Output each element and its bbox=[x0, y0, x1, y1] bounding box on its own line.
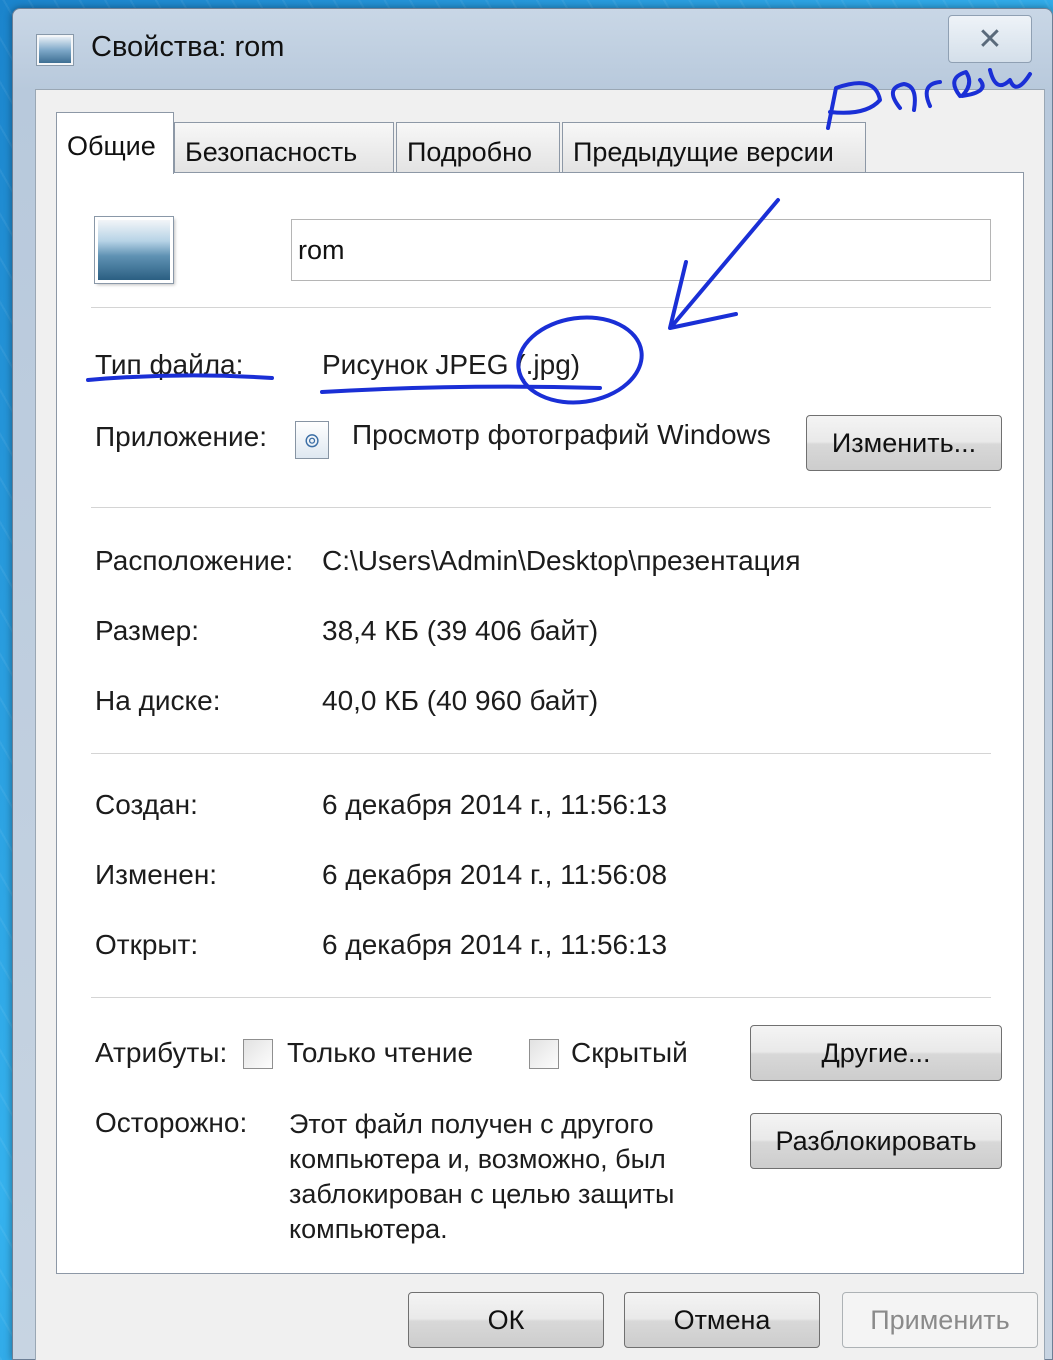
disk-size-label: На диске: bbox=[95, 685, 221, 716]
file-name-input[interactable] bbox=[291, 219, 991, 281]
file-type-value: Рисунок JPEG (.jpg) bbox=[322, 349, 581, 380]
size-label: Размер: bbox=[95, 615, 200, 646]
created-label: Создан: bbox=[95, 789, 198, 820]
modified-label: Изменен: bbox=[95, 859, 218, 890]
properties-dialog: Свойства: rom ✕ Общие Безопасность Подро… bbox=[12, 8, 1053, 1360]
readonly-checkbox[interactable] bbox=[243, 1039, 273, 1069]
app-label: Приложение: bbox=[95, 421, 268, 452]
attributes-label: Атрибуты: bbox=[95, 1037, 228, 1068]
location-label: Расположение: bbox=[95, 545, 294, 576]
file-type-label: Тип файла: bbox=[95, 349, 244, 380]
dialog-client-area: Общие Безопасность Подробно Предыдущие в… bbox=[35, 89, 1045, 1360]
cancel-button[interactable]: Отмена bbox=[624, 1292, 820, 1348]
tab-details[interactable]: Подробно bbox=[396, 122, 560, 172]
disk-size-value: 40,0 КБ (40 960 байт) bbox=[322, 685, 599, 716]
image-thumbnail-icon bbox=[95, 217, 173, 283]
close-icon: ✕ bbox=[977, 22, 1003, 56]
change-app-button[interactable]: Изменить... bbox=[806, 415, 1002, 471]
divider bbox=[91, 997, 991, 999]
readonly-label[interactable]: Только чтение bbox=[287, 1037, 473, 1069]
photo-viewer-icon: ⊚ bbox=[295, 421, 329, 459]
tab-previous-versions[interactable]: Предыдущие версии bbox=[562, 122, 866, 172]
window-title: Свойства: rom bbox=[91, 31, 285, 63]
tab-security[interactable]: Безопасность bbox=[174, 122, 394, 172]
divider bbox=[91, 507, 991, 509]
location-value: C:\Users\Admin\Desktop\презентация bbox=[322, 545, 801, 576]
other-attributes-button[interactable]: Другие... bbox=[750, 1025, 1002, 1081]
close-button[interactable]: ✕ bbox=[948, 15, 1032, 63]
title-bar[interactable]: Свойства: rom ✕ bbox=[13, 9, 1052, 89]
app-value: Просмотр фотографий Windows bbox=[352, 419, 771, 450]
tab-general[interactable]: Общие bbox=[56, 112, 174, 174]
hidden-label[interactable]: Скрытый bbox=[571, 1037, 688, 1069]
warning-text: Этот файл получен с другого компьютера и… bbox=[289, 1109, 675, 1244]
hidden-checkbox[interactable] bbox=[529, 1039, 559, 1069]
modified-value: 6 декабря 2014 г., 11:56:08 bbox=[322, 859, 668, 890]
image-file-icon bbox=[37, 35, 73, 65]
general-tab-panel: Тип файла: Рисунок JPEG (.jpg) Приложени… bbox=[56, 172, 1024, 1274]
opened-label: Открыт: bbox=[95, 929, 199, 960]
divider bbox=[91, 307, 991, 309]
warning-label: Осторожно: bbox=[95, 1107, 248, 1138]
ok-button[interactable]: ОК bbox=[408, 1292, 604, 1348]
size-value: 38,4 КБ (39 406 байт) bbox=[322, 615, 599, 646]
apply-button[interactable]: Применить bbox=[842, 1292, 1038, 1348]
divider bbox=[91, 753, 991, 755]
opened-value: 6 декабря 2014 г., 11:56:13 bbox=[322, 929, 668, 960]
unblock-button[interactable]: Разблокировать bbox=[750, 1113, 1002, 1169]
created-value: 6 декабря 2014 г., 11:56:13 bbox=[322, 789, 668, 820]
